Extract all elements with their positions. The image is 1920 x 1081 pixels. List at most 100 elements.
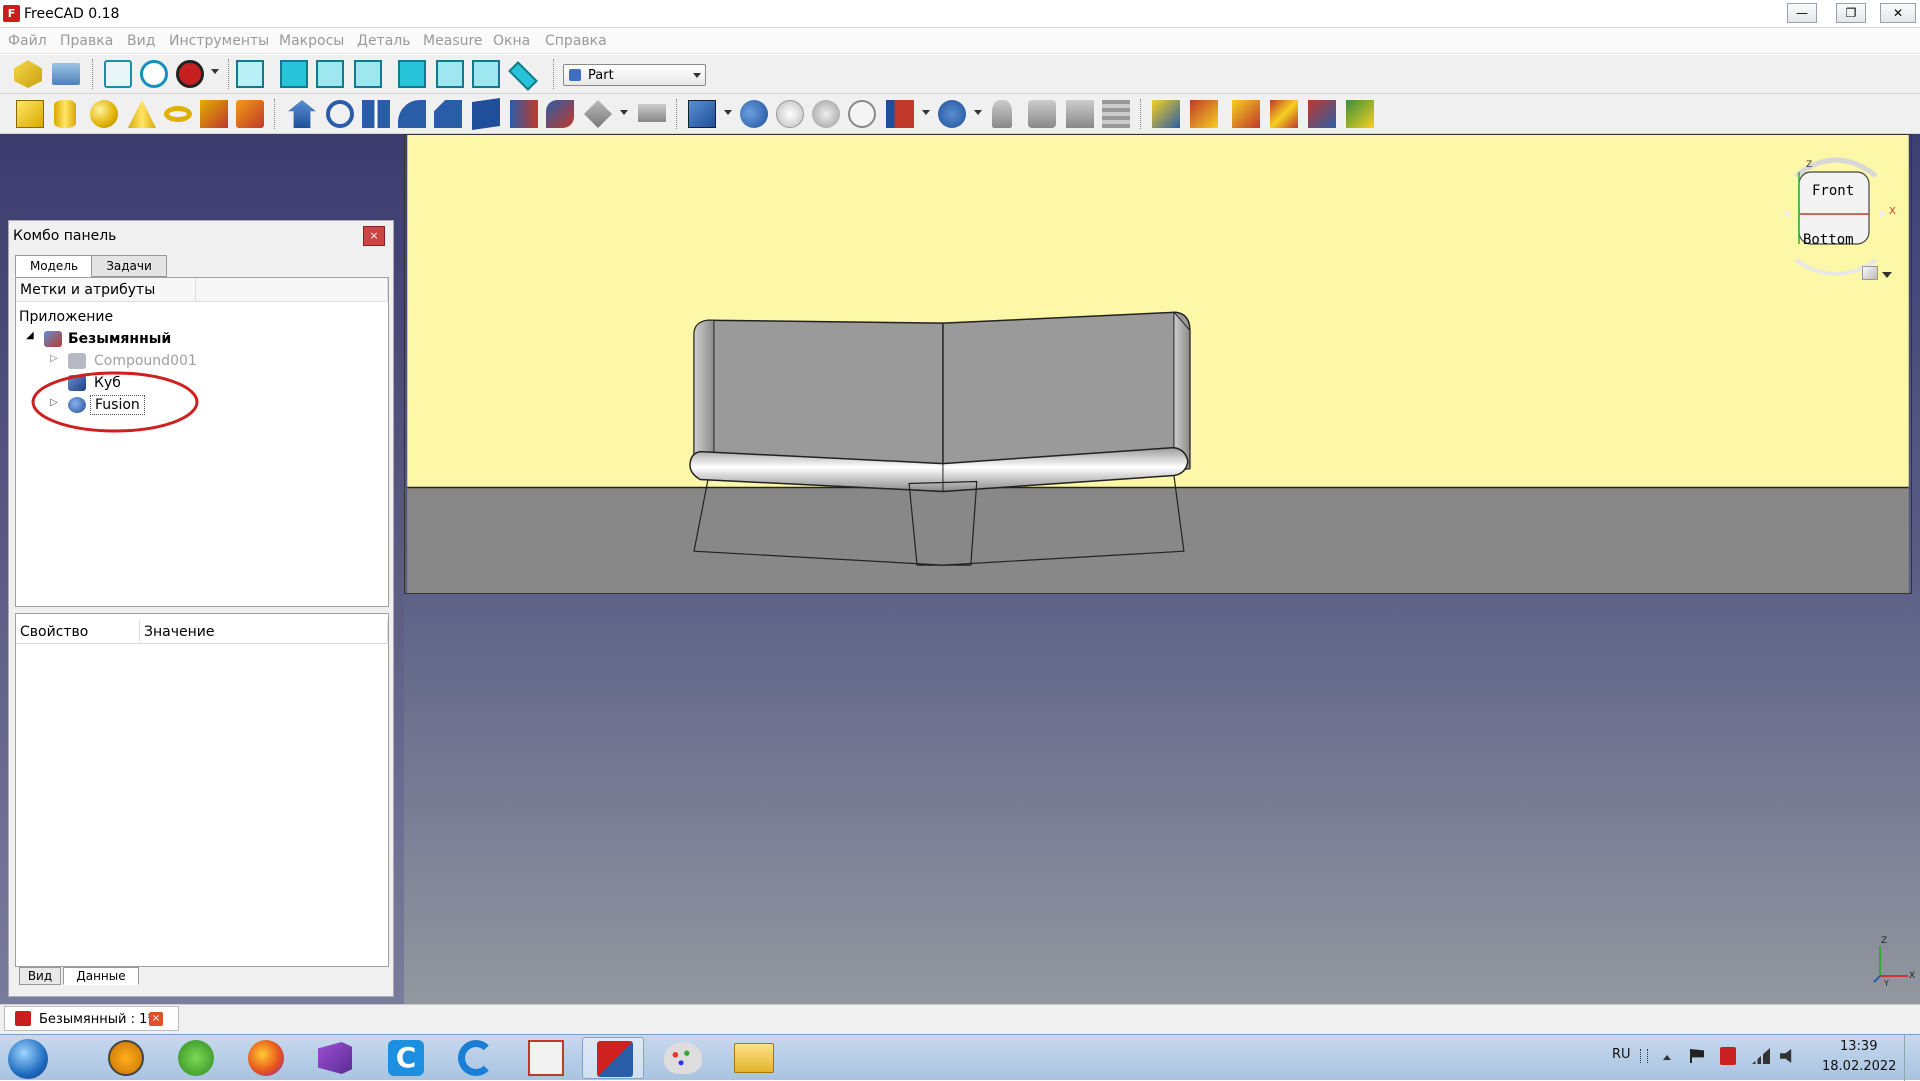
- revolve-icon[interactable]: [326, 100, 354, 128]
- 3d-scene[interactable]: [404, 134, 1912, 594]
- keyboard-icon[interactable]: [1640, 1049, 1648, 1063]
- tab-view[interactable]: Вид: [19, 967, 61, 985]
- tab-model[interactable]: Модель: [15, 255, 93, 277]
- join-features-icon[interactable]: [886, 100, 914, 128]
- menu-view[interactable]: Вид: [127, 33, 155, 49]
- security-icon[interactable]: [1720, 1047, 1736, 1065]
- taskbar-paint-icon[interactable]: [652, 1037, 714, 1079]
- windows-start-icon[interactable]: [8, 1039, 48, 1079]
- document-label[interactable]: Безымянный: [68, 331, 171, 347]
- fillet-icon[interactable]: [398, 100, 426, 128]
- navigation-cube[interactable]: Z X Front Bottom: [1766, 148, 1906, 288]
- menu-windows[interactable]: Окна: [493, 33, 530, 49]
- menu-part[interactable]: Деталь: [357, 33, 410, 49]
- minimize-button[interactable]: —: [1787, 3, 1817, 23]
- view-isometric-icon[interactable]: [236, 60, 264, 88]
- close-button[interactable]: ✕: [1880, 3, 1916, 23]
- primitives-icon[interactable]: [200, 100, 228, 128]
- section-icon[interactable]: [638, 104, 666, 122]
- show-desktop-button[interactable]: [1904, 1035, 1920, 1081]
- menu-edit[interactable]: Правка: [60, 33, 113, 49]
- property-view[interactable]: Свойство Значение: [15, 613, 389, 967]
- chevron-down-icon[interactable]: [724, 110, 732, 115]
- chamfer-icon[interactable]: [434, 100, 462, 128]
- cube-icon[interactable]: [16, 100, 44, 128]
- common-icon[interactable]: [848, 100, 876, 128]
- boolean-icon[interactable]: [740, 100, 768, 128]
- cone-icon[interactable]: [128, 100, 156, 128]
- clock-time[interactable]: 13:39: [1840, 1039, 1877, 1054]
- extrude-icon[interactable]: [288, 100, 316, 128]
- draw-style-icon[interactable]: [176, 60, 204, 88]
- menu-macro[interactable]: Макросы: [279, 33, 344, 49]
- sphere-icon[interactable]: [90, 100, 118, 128]
- action-center-flag-icon[interactable]: [1690, 1049, 1704, 1063]
- torus-icon[interactable]: [164, 106, 192, 122]
- measure-refresh-icon[interactable]: [1232, 100, 1260, 128]
- close-icon[interactable]: ×: [363, 226, 385, 246]
- thickness-icon[interactable]: [1066, 100, 1094, 128]
- navcube-bottom-face[interactable]: Bottom: [1803, 232, 1854, 248]
- view-front-icon[interactable]: [280, 60, 308, 88]
- chevron-down-icon[interactable]: [211, 69, 219, 74]
- chevron-down-icon[interactable]: [1882, 272, 1892, 278]
- language-indicator[interactable]: RU: [1612, 1047, 1631, 1062]
- menu-measure[interactable]: Measure: [423, 33, 483, 49]
- chevron-down-icon[interactable]: [974, 110, 982, 115]
- taskbar-firefox-icon[interactable]: [234, 1037, 296, 1079]
- check-geometry-icon[interactable]: [992, 100, 1012, 128]
- workbench-selector[interactable]: Part: [563, 64, 706, 86]
- ruled-surface-icon[interactable]: [510, 100, 538, 128]
- volume-icon[interactable]: [1780, 1049, 1792, 1063]
- navcube-menu-icon[interactable]: [1862, 266, 1878, 280]
- tree-item-compound001[interactable]: Compound001: [94, 353, 197, 369]
- fit-all-icon[interactable]: [104, 60, 132, 88]
- new-document-icon[interactable]: [14, 60, 42, 88]
- split-icon[interactable]: [938, 100, 966, 128]
- document-tab[interactable]: Безымянный : 1* ×: [4, 1006, 179, 1031]
- measure-clear-icon[interactable]: [1270, 100, 1298, 128]
- show-hidden-icons-icon[interactable]: [1663, 1055, 1671, 1060]
- fit-selection-icon[interactable]: [140, 60, 168, 88]
- view-bottom-icon[interactable]: [436, 60, 464, 88]
- view-left-icon[interactable]: [472, 60, 500, 88]
- measure-3d-icon[interactable]: [1346, 100, 1374, 128]
- clock-date[interactable]: 18.02.2022: [1822, 1059, 1896, 1074]
- menu-tools[interactable]: Инструменты: [169, 33, 269, 49]
- measure-linear-icon[interactable]: [1152, 100, 1180, 128]
- tab-data[interactable]: Данные: [63, 967, 139, 985]
- taskbar-edge-icon[interactable]: [444, 1037, 506, 1079]
- offset-icon[interactable]: [1028, 100, 1056, 128]
- chevron-down-icon[interactable]: [620, 110, 628, 115]
- cylinder-icon[interactable]: [54, 100, 76, 128]
- cut-icon[interactable]: [776, 100, 804, 128]
- measure-toggle-icon[interactable]: [1308, 100, 1336, 128]
- close-tab-icon[interactable]: ×: [149, 1012, 163, 1026]
- tree-view[interactable]: Метки и атрибуты Приложение ◢ Безымянный…: [15, 277, 389, 607]
- taskbar-utorrent-icon[interactable]: [164, 1037, 226, 1079]
- menu-help[interactable]: Справка: [545, 33, 607, 49]
- projection-icon[interactable]: [1102, 100, 1130, 128]
- taskbar-freecad-icon[interactable]: [582, 1037, 644, 1079]
- menu-file[interactable]: Файл: [8, 33, 47, 49]
- taskbar-visual-studio-icon[interactable]: [304, 1037, 366, 1079]
- loft-icon[interactable]: [546, 100, 574, 128]
- navcube-front-face[interactable]: Front: [1812, 183, 1854, 199]
- expand-arrow-icon[interactable]: ▷: [50, 353, 58, 364]
- mirror-icon[interactable]: [362, 100, 390, 128]
- tab-tasks[interactable]: Задачи: [91, 255, 167, 277]
- measure-angular-icon[interactable]: [1190, 100, 1218, 128]
- view-top-icon[interactable]: [316, 60, 344, 88]
- network-icon[interactable]: [1752, 1048, 1770, 1064]
- taskbar-explorer-icon[interactable]: [722, 1037, 784, 1079]
- taskbar-ccleaner-icon[interactable]: C: [374, 1037, 436, 1079]
- open-folder-icon[interactable]: [52, 63, 80, 85]
- shape-builder-icon[interactable]: [236, 100, 264, 128]
- fuse-icon[interactable]: [812, 100, 840, 128]
- make-face-icon[interactable]: [472, 98, 500, 130]
- maximize-button[interactable]: ❐: [1836, 3, 1866, 23]
- taskbar-aimp-icon[interactable]: [94, 1037, 156, 1079]
- taskbar-kompas-icon[interactable]: [514, 1037, 576, 1079]
- collapse-arrow-icon[interactable]: ◢: [26, 330, 34, 341]
- compound-tools-icon[interactable]: [688, 100, 716, 128]
